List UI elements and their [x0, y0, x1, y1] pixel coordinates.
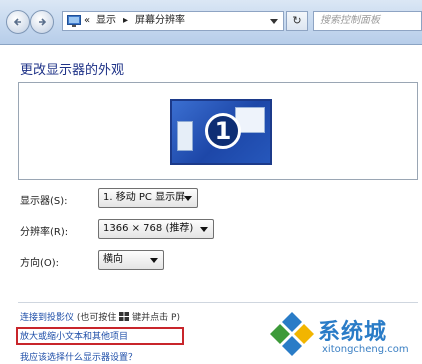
forward-button[interactable] [30, 10, 54, 34]
projector-hint-suffix: 键并点击 P) [132, 313, 180, 323]
watermark-title: 系统城 [318, 320, 388, 345]
watermark: 系统城 xitongcheng.com [268, 308, 422, 364]
highlight-box [16, 327, 184, 345]
address-bar[interactable]: « 显示 ▸ 屏幕分辨率 [62, 11, 284, 31]
orientation-select[interactable]: 横向 [98, 250, 164, 270]
breadcrumb-screen-resolution[interactable]: 屏幕分辨率 [135, 14, 185, 28]
back-button[interactable] [6, 10, 30, 34]
chevron-down-icon [200, 227, 208, 232]
which-settings-link[interactable]: 我应该选择什么显示器设置？ [20, 353, 137, 363]
which-settings-row: 我应该选择什么显示器设置？ [20, 352, 137, 364]
orientation-label: 方向(O): [20, 258, 60, 269]
monitor-number-badge: 1 [205, 113, 241, 149]
display-label: 显示器(S): [20, 196, 68, 207]
control-panel-icon [67, 15, 81, 27]
connect-projector-link[interactable]: 连接到投影仪 [20, 313, 74, 323]
breadcrumb-separator[interactable]: ▸ [123, 14, 128, 28]
resolution-select[interactable]: 1366 × 768 (推荐) [98, 219, 214, 239]
windows-logo-icon [119, 312, 130, 321]
breadcrumb-display[interactable]: 显示 [96, 14, 116, 28]
projector-hint-prefix: (也可按住 [76, 313, 117, 323]
page-title: 更改显示器的外观 [20, 63, 125, 78]
display-select-value: 1. 移动 PC 显示屏 [103, 192, 186, 203]
display-select[interactable]: 1. 移动 PC 显示屏 [98, 188, 198, 208]
watermark-logo-icon [270, 312, 314, 356]
watermark-url: xitongcheng.com [322, 344, 409, 355]
back-arrow-icon [13, 18, 21, 26]
divider [18, 302, 418, 303]
chevron-down-icon [150, 258, 158, 263]
window-thumbnail [177, 121, 193, 151]
search-input[interactable]: 搜索控制面板 [313, 11, 422, 31]
chevron-down-icon [184, 196, 192, 201]
breadcrumb-prefix: « [84, 15, 91, 26]
resolution-label: 分辨率(R): [20, 227, 69, 238]
monitor-1-tile[interactable]: 1 [170, 99, 272, 165]
chevron-down-icon[interactable] [270, 19, 278, 24]
projector-row: 连接到投影仪 (也可按住 键并点击 P) [20, 312, 180, 324]
window-toolbar: « 显示 ▸ 屏幕分辨率 ↻ 搜索控制面板 [0, 0, 422, 45]
resolution-select-value: 1366 × 768 (推荐) [103, 223, 194, 234]
refresh-button[interactable]: ↻ [286, 11, 308, 31]
forward-arrow-icon [39, 18, 47, 26]
orientation-select-value: 横向 [103, 254, 123, 265]
